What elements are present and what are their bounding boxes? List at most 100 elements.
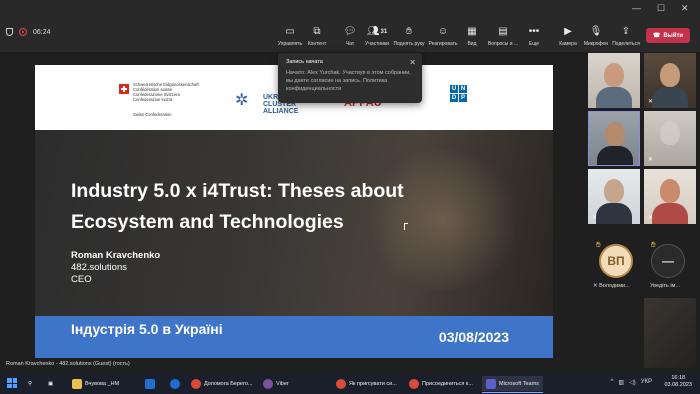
task-view-icon[interactable]: ▣ [48, 376, 53, 391]
swiss-sub-label: Swiss Confederation [133, 112, 172, 117]
toolbar-qa-button[interactable]: ▤ Вопросы и ... [486, 26, 520, 48]
viber-icon [263, 378, 273, 389]
toolbar-label: Вид [467, 41, 477, 47]
slide-date: 03/08/2023 [438, 329, 509, 345]
raised-hand-icon: ✋︎ [651, 240, 656, 249]
raise-hand-icon: ✋︎ [406, 26, 412, 37]
network-icon[interactable]: ▥ [618, 379, 624, 386]
maximize-icon[interactable]: ☐ [657, 3, 665, 14]
close-icon[interactable]: ✕ [409, 59, 416, 67]
participant-avatar[interactable]: ВП [599, 244, 633, 278]
language-indicator[interactable]: УКР [641, 379, 652, 386]
people-icon: 👥︎ 31 [366, 26, 388, 37]
toolbar-label: Камера [559, 41, 577, 47]
participant-video-tile[interactable] [588, 53, 640, 108]
raised-hand-icon: ✋︎ [596, 240, 601, 249]
toolbar-people-button[interactable]: 👥︎ 31 Участники [360, 26, 394, 48]
windows-start-icon[interactable] [7, 378, 17, 388]
toolbar-label: Управлять [277, 41, 303, 47]
toolbar-label: Еще [528, 41, 540, 47]
share-content-icon: ⧉ [313, 26, 321, 37]
participant-label: ✕ Володими... [593, 283, 630, 289]
toast-body: Начато: Alex Yurchak. Участвуя в этом со… [286, 70, 411, 92]
participant-video-tile[interactable]: ✕ [644, 111, 696, 166]
cluster-alliance-logo-icon: ✲ [235, 92, 249, 109]
participant-video-tile[interactable] [644, 298, 696, 368]
participant-video-tile[interactable]: ✕ [588, 169, 640, 224]
volume-icon[interactable]: ◁) [629, 379, 636, 386]
taskbar-app[interactable]: Присоединиться к... [409, 376, 473, 391]
taskbar-app[interactable]: Допомога Берего... [191, 376, 253, 391]
participant-avatar[interactable]: — [651, 244, 685, 278]
toolbar-label: Реагировать [428, 41, 458, 47]
participant-video-tile[interactable]: ✕ [644, 169, 696, 224]
taskbar-app[interactable]: Як пригсувати си... [336, 376, 397, 391]
clock-time: 16:18 [671, 375, 686, 381]
grid-view-icon: ▦ [467, 26, 477, 37]
chevron-up-icon[interactable]: ^ [611, 379, 614, 386]
mic-off-icon: ✕ [648, 157, 654, 163]
taskbar-app[interactable] [145, 376, 155, 391]
active-indicator [482, 391, 543, 393]
close-window-icon[interactable]: ✕ [681, 3, 689, 14]
more-icon: — [662, 254, 674, 268]
react-icon: ☺ [437, 26, 449, 37]
edge-icon [170, 378, 180, 389]
slide-band-title: Індустрія 5.0 в Україні [71, 321, 223, 337]
mic-off-icon: 🎙︎ [589, 26, 603, 37]
participant-count: 31 [380, 29, 388, 35]
undp-letter: D [450, 94, 458, 102]
taskbar-app-label: Допомога Берего... [204, 380, 253, 387]
chrome-icon [409, 378, 419, 389]
chrome-icon [336, 378, 346, 389]
participant-name: Уведіть ім... [650, 283, 680, 289]
slide-title: Industry 5.0 x i4Trust: Theses about Eco… [71, 180, 404, 233]
undp-letter: P [459, 94, 467, 102]
camera-icon: ▶︎ [564, 26, 572, 37]
slide-hero: Industry 5.0 x i4Trust: Theses about Eco… [35, 130, 553, 316]
phone-hangup-icon: ☎ [652, 33, 661, 39]
taskbar-app[interactable]: Вчувова _НМ [72, 376, 119, 391]
toolbar-content-button[interactable]: ⧉ Контент [300, 26, 334, 48]
taskbar-app-label: Viber [276, 380, 289, 387]
toolbar-more-button[interactable]: ••• Еще [517, 26, 551, 48]
slide-footer-band: Індустрія 5.0 в Україні 03/08/2023 [35, 316, 553, 358]
swiss-confederation-text: Schweizerische Eidgenossenschaft Confédé… [133, 82, 199, 102]
recording-icon [19, 28, 27, 36]
toolbar-label: Вопросы и ... [487, 41, 519, 47]
chat-icon: 💬︎ [343, 26, 357, 37]
mic-off-icon: ✕ [592, 215, 598, 221]
more-icon: ••• [528, 26, 540, 37]
participant-name: Володими... [599, 283, 630, 289]
leave-button[interactable]: ☎ Выйти [646, 28, 690, 43]
mail-icon [145, 378, 155, 389]
toolbar-raise-hand-button[interactable]: ✋︎ Поднять руку [392, 26, 426, 48]
speaker-role: CEO [71, 274, 92, 285]
toolbar-label: Контент [307, 41, 327, 47]
undp-letter: N [459, 85, 467, 93]
toolbar-grid-view-button[interactable]: ▦ Вид [455, 26, 489, 48]
toolbar-mic-button[interactable]: 🎙︎ Микрофон [579, 26, 613, 48]
teams-icon [486, 378, 496, 389]
toolbar-share-button[interactable]: ⇪ Поделиться [609, 26, 643, 48]
recording-toast: Запись начата Начато: Alex Yurchak. Учас… [278, 53, 422, 103]
share-screen-icon: ⇪ [621, 26, 631, 37]
minimize-icon[interactable]: — [632, 3, 641, 13]
presenter-name-strip: Roman Kravchenko - 482.solutions (Guest)… [6, 361, 130, 367]
mic-off-icon: ✕ [648, 99, 654, 105]
toolbar-label: Участники [365, 41, 389, 47]
mouse-cursor-icon [404, 223, 408, 230]
speaker-block: Roman Kravchenko 482.solutions CEO [71, 250, 160, 286]
taskbar-app-active[interactable]: Microsoft Teams [482, 376, 543, 393]
windows-taskbar: ⚲ ▣ Вчувова _НМ Допомога Берего... Viber… [0, 373, 700, 394]
clock[interactable]: 16:18 03.08.2023 [664, 375, 692, 389]
taskbar-app[interactable]: Viber [263, 376, 289, 391]
participant-video-tile-active[interactable] [588, 111, 640, 166]
chrome-icon [191, 378, 201, 389]
folder-icon [72, 378, 82, 389]
system-tray: ^ ▥ ◁) УКР [611, 379, 652, 386]
taskbar-app[interactable] [170, 376, 180, 391]
participant-video-tile[interactable]: ✕ [644, 53, 696, 108]
search-icon[interactable]: ⚲ [28, 376, 32, 391]
swiss-flag-logo [119, 84, 129, 94]
